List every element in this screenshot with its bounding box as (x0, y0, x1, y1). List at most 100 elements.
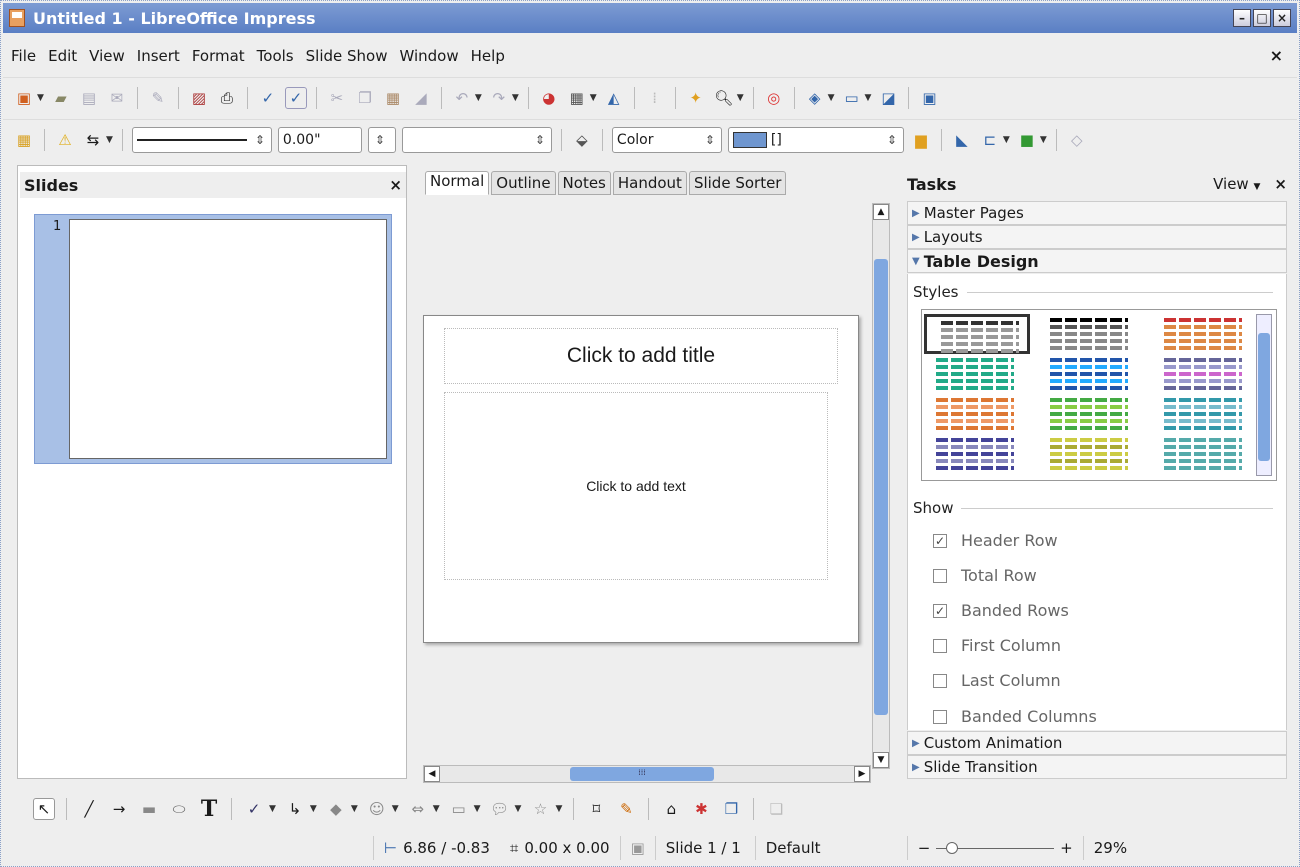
document-modified-indicator[interactable]: ▣ (619, 836, 655, 860)
rotate-icon[interactable]: ◣ (951, 129, 973, 151)
table-style-option[interactable] (922, 394, 1018, 434)
table-style-option[interactable] (1150, 434, 1246, 474)
email-icon[interactable]: ✉ (106, 87, 128, 109)
slide-canvas[interactable]: Click to add title Click to add text (423, 201, 875, 767)
chevron-down-icon[interactable]: ▼ (512, 93, 519, 103)
chevron-down-icon[interactable]: ▼ (269, 804, 276, 814)
clone-formatting-icon[interactable]: ◢ (410, 87, 432, 109)
view-menu-button[interactable]: View ▼ (1213, 175, 1260, 193)
area-icon[interactable]: ⬙ (571, 129, 593, 151)
chevron-down-icon[interactable]: ▼ (310, 804, 317, 814)
extrusion-icon[interactable]: ❏ (765, 798, 787, 820)
table-style-option[interactable] (1150, 394, 1246, 434)
slide-thumbnail[interactable]: 1 (34, 214, 392, 464)
tab-handout[interactable]: Handout (612, 171, 687, 195)
rectangle-icon[interactable]: ▬ (138, 798, 160, 820)
header-row-checkbox[interactable]: ✓ Header Row (933, 531, 1058, 550)
menu-edit[interactable]: Edit (42, 47, 83, 65)
flowchart-icon[interactable]: ▭ (448, 798, 470, 820)
points-icon[interactable]: ⌑ (585, 798, 607, 820)
undo-icon[interactable]: ↶ (451, 87, 473, 109)
master-page-indicator[interactable]: Default (754, 836, 907, 860)
curve-icon[interactable]: ✓ (243, 798, 265, 820)
gallery-icon[interactable]: ◈ (804, 87, 826, 109)
table-style-option[interactable] (922, 434, 1018, 474)
ellipse-icon[interactable]: ⬭ (168, 798, 190, 820)
styles-scroll-thumb[interactable] (1258, 333, 1270, 461)
table-styles-gallery[interactable] (921, 309, 1277, 481)
zoom-in-icon[interactable]: + (1060, 839, 1073, 857)
line-style-select[interactable]: ⇕ (131, 126, 272, 153)
copy-icon[interactable]: ❐ (354, 87, 376, 109)
table-icon[interactable]: ▦ (566, 87, 588, 109)
cut-icon[interactable]: ✂ (326, 87, 348, 109)
section-slide-transition[interactable]: ▶ Slide Transition (907, 755, 1287, 779)
zoom-slider-knob[interactable] (946, 841, 959, 854)
shadow-icon[interactable]: ▆ (910, 129, 932, 151)
table-style-option[interactable] (922, 354, 1018, 394)
styles-icon[interactable]: ▦ (13, 129, 35, 151)
area-style-select[interactable]: Color ⇕ (611, 126, 722, 153)
line-width-field[interactable]: 0.00" (277, 126, 362, 153)
line-width-spinner[interactable]: ⇕ (367, 126, 396, 153)
styles-scrollbar[interactable] (1256, 314, 1272, 476)
print-icon[interactable]: ⎙ (216, 87, 238, 109)
maximize-button[interactable]: □ (1253, 9, 1271, 27)
menu-help[interactable]: Help (465, 47, 511, 65)
area-fill-select[interactable]: [] ⇕ (727, 126, 904, 153)
horizontal-scrollbar[interactable]: ◀ ⁞⁞⁞ ▶ (423, 765, 871, 783)
chevron-down-icon[interactable]: ▼ (475, 93, 482, 103)
zoom-out-icon[interactable]: − (918, 839, 931, 857)
last-column-checkbox[interactable]: Last Column (933, 671, 1061, 690)
menu-tools[interactable]: Tools (251, 47, 300, 65)
chevron-down-icon[interactable]: ▼ (392, 804, 399, 814)
gallery-toggle-icon[interactable]: ❐ (720, 798, 742, 820)
chevron-down-icon[interactable]: ▼ (1040, 135, 1047, 145)
menu-view[interactable]: View (83, 47, 131, 65)
vertical-scrollbar[interactable]: ▲ ▼ (872, 203, 890, 769)
table-style-option[interactable] (1036, 394, 1132, 434)
chevron-down-icon[interactable]: ▼ (1003, 135, 1010, 145)
menu-format[interactable]: Format (186, 47, 251, 65)
scroll-down-arrow-icon[interactable]: ▼ (873, 752, 889, 768)
grid-icon[interactable]: ⁞ (644, 87, 666, 109)
text-icon[interactable]: T (198, 796, 220, 822)
chevron-down-icon[interactable]: ▼ (515, 804, 522, 814)
total-row-checkbox[interactable]: Total Row (933, 566, 1037, 585)
section-layouts[interactable]: ▶ Layouts (907, 225, 1287, 249)
arrow-style-icon[interactable]: ⇆ (82, 129, 104, 151)
chevron-down-icon[interactable]: ▼ (555, 804, 562, 814)
zoom-icon[interactable]: 🔍︎ (713, 87, 735, 109)
slide-design-icon[interactable]: ◪ (877, 87, 899, 109)
table-style-option[interactable] (1150, 354, 1246, 394)
zoom-slider-track[interactable] (936, 841, 1055, 854)
from-file-icon[interactable]: ✱ (690, 798, 712, 820)
minimize-button[interactable]: – (1233, 9, 1251, 27)
stars-icon[interactable]: ☆ (529, 798, 551, 820)
scroll-up-arrow-icon[interactable]: ▲ (873, 204, 889, 220)
banded-columns-checkbox[interactable]: Banded Columns (933, 707, 1097, 726)
show-draw-functions-icon[interactable]: ◭ (603, 87, 625, 109)
tab-outline[interactable]: Outline (491, 171, 556, 195)
chevron-down-icon[interactable]: ▼ (590, 93, 597, 103)
callouts-icon[interactable]: 💬︎ (489, 798, 511, 820)
export-pdf-icon[interactable]: ▨ (188, 87, 210, 109)
basic-shapes-icon[interactable]: ◆ (325, 798, 347, 820)
title-placeholder[interactable]: Click to add title (444, 328, 838, 384)
help-icon[interactable]: ◎ (763, 87, 785, 109)
text-placeholder[interactable]: Click to add text (444, 392, 828, 580)
tab-normal[interactable]: Normal (425, 171, 490, 195)
table-style-option[interactable] (1150, 314, 1246, 354)
table-style-option[interactable] (924, 314, 1030, 354)
horizontal-scroll-thumb[interactable]: ⁞⁞⁞ (570, 767, 714, 781)
arrange-icon[interactable]: ■ (1016, 129, 1038, 151)
table-style-option[interactable] (1036, 314, 1132, 354)
close-tasks-pane-button[interactable]: × (1274, 175, 1287, 193)
block-arrows-icon[interactable]: ⇔ (407, 798, 429, 820)
chevron-down-icon[interactable]: ▼ (737, 93, 744, 103)
first-column-checkbox[interactable]: First Column (933, 636, 1061, 655)
zoom-slider[interactable]: − + (906, 836, 1083, 860)
close-slides-pane-button[interactable]: × (389, 176, 402, 194)
chevron-down-icon[interactable]: ▼ (474, 804, 481, 814)
symbol-shapes-icon[interactable]: ☺ (366, 798, 388, 820)
